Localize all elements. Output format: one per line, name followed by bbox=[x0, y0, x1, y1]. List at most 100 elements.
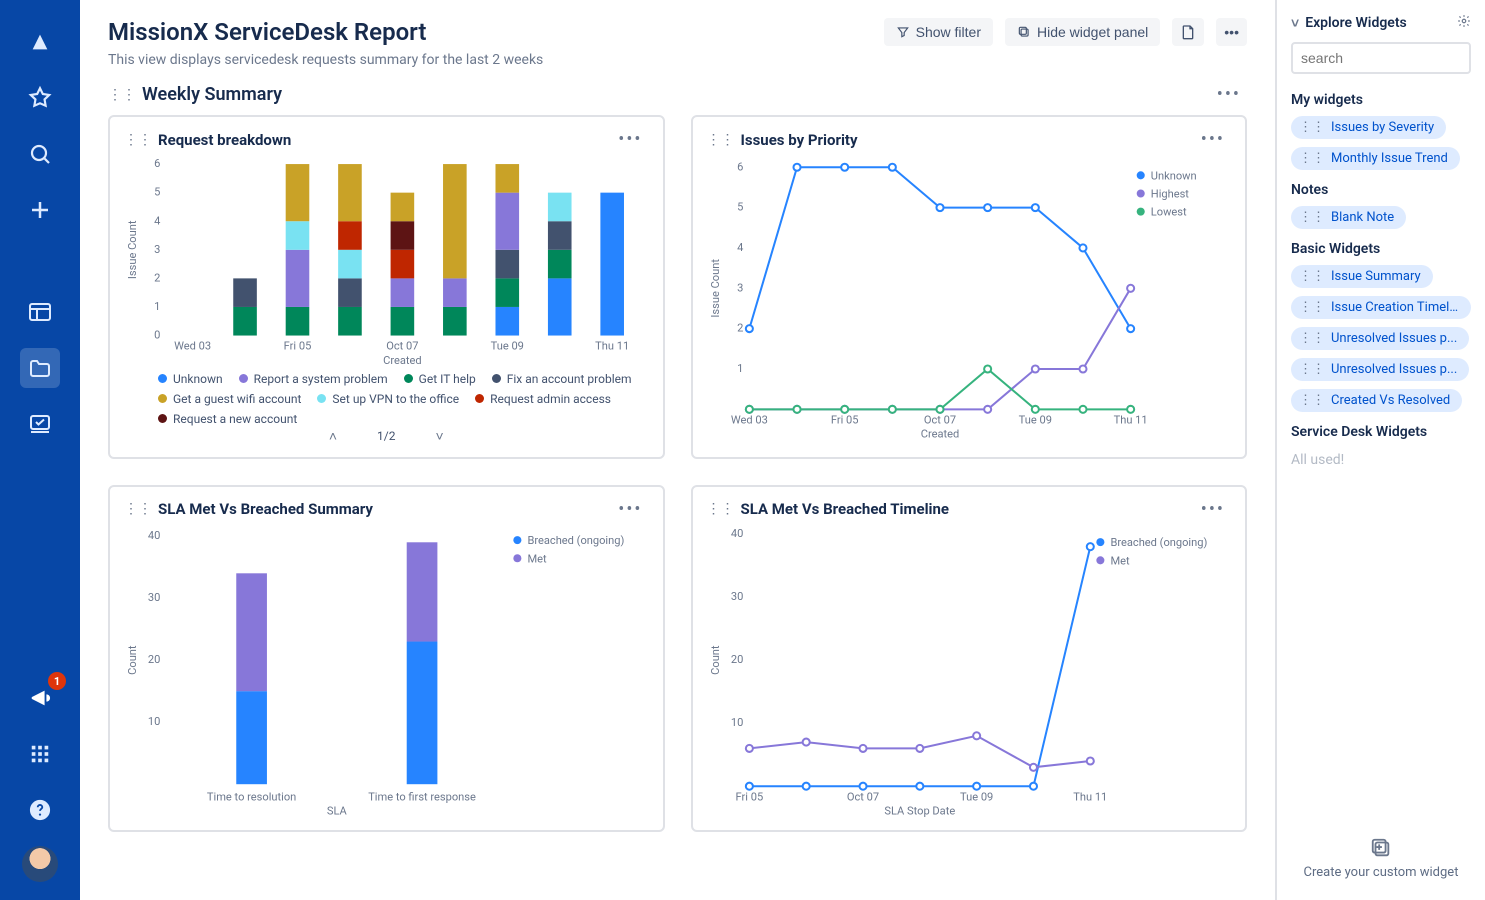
drag-handle-icon[interactable]: ⋮⋮ bbox=[707, 132, 735, 148]
svg-text:0: 0 bbox=[154, 329, 160, 342]
legend-item[interactable]: Get IT help bbox=[404, 372, 476, 386]
my-widget-pill[interactable]: ⋮⋮Monthly Issue Trend bbox=[1291, 147, 1460, 170]
svg-text:Wed 03: Wed 03 bbox=[730, 413, 767, 426]
svg-text:Count: Count bbox=[126, 645, 139, 675]
legend-item[interactable]: Request a new account bbox=[158, 412, 297, 426]
basic-widget-pill[interactable]: ⋮⋮Issue Summary bbox=[1291, 265, 1433, 288]
chevron-down-icon[interactable]: ˅ bbox=[1291, 15, 1299, 32]
svg-text:Time to first response: Time to first response bbox=[368, 790, 476, 803]
export-pdf-button[interactable] bbox=[1172, 18, 1204, 46]
svg-text:Oct 07: Oct 07 bbox=[846, 790, 878, 803]
svg-text:Fri 05: Fri 05 bbox=[830, 413, 858, 426]
drag-handle-icon[interactable]: ⋮⋮ bbox=[108, 87, 136, 103]
request-breakdown-chart: 0123456Wed 03Fri 05Oct 07Tue 09Thu 11Cre… bbox=[124, 156, 649, 368]
svg-text:Highest: Highest bbox=[1150, 188, 1189, 201]
card-more-button[interactable]: ••• bbox=[1195, 497, 1231, 522]
user-avatar[interactable] bbox=[22, 846, 58, 882]
svg-text:20: 20 bbox=[148, 653, 160, 666]
folder-icon[interactable] bbox=[20, 348, 60, 388]
svg-text:5: 5 bbox=[154, 186, 160, 199]
svg-text:20: 20 bbox=[730, 653, 742, 666]
svg-text:Thu 11: Thu 11 bbox=[1073, 790, 1107, 803]
drag-handle-icon[interactable]: ⋮⋮ bbox=[124, 132, 152, 148]
legend-item[interactable]: Report a system problem bbox=[239, 372, 388, 386]
basic-widget-pill[interactable]: ⋮⋮Issue Creation Timeli... bbox=[1291, 296, 1471, 319]
svg-text:30: 30 bbox=[148, 591, 160, 604]
page-title: MissionX ServiceDesk Report bbox=[108, 18, 872, 46]
svg-text:40: 40 bbox=[148, 529, 160, 542]
monitor-check-icon[interactable] bbox=[20, 404, 60, 444]
section-more-button[interactable]: ••• bbox=[1211, 82, 1247, 107]
report-content: MissionX ServiceDesk Report Show filter … bbox=[80, 0, 1275, 900]
svg-text:30: 30 bbox=[730, 590, 742, 603]
note-widget-pill[interactable]: ⋮⋮Blank Note bbox=[1291, 206, 1406, 229]
more-actions-button[interactable]: ••• bbox=[1216, 18, 1247, 46]
drag-handle-icon: ⋮⋮ bbox=[1299, 120, 1325, 135]
card-more-button[interactable]: ••• bbox=[612, 497, 648, 522]
svg-text:2: 2 bbox=[737, 322, 743, 335]
create-widget-label[interactable]: Create your custom widget bbox=[1291, 865, 1471, 880]
file-icon bbox=[1180, 24, 1196, 40]
widget-panel: ˅ Explore Widgets My widgets ⋮⋮Issues by… bbox=[1275, 0, 1485, 900]
svg-text:3: 3 bbox=[154, 243, 160, 256]
card-title: SLA Met Vs Breached Summary bbox=[158, 500, 606, 518]
card-issues-by-priority: ⋮⋮ Issues by Priority ••• 123456Wed 03Fr… bbox=[691, 115, 1248, 459]
legend-item[interactable]: Get a guest wifi account bbox=[158, 392, 301, 406]
legend-item[interactable]: Fix an account problem bbox=[492, 372, 632, 386]
panel-icon[interactable] bbox=[20, 292, 60, 332]
svg-text:Created: Created bbox=[920, 428, 959, 441]
legend-page: 1/2 bbox=[377, 429, 395, 443]
sla-timeline-chart: 10203040Fri 05Oct 07Tue 09Thu 11SLA Stop… bbox=[707, 526, 1232, 819]
legend-next-button[interactable]: ˅ bbox=[435, 428, 443, 445]
svg-text:Tue 09: Tue 09 bbox=[960, 790, 993, 803]
svg-text:4: 4 bbox=[154, 214, 160, 227]
section-title: Weekly Summary bbox=[142, 84, 1205, 105]
logo-icon[interactable] bbox=[20, 22, 60, 62]
help-icon[interactable] bbox=[20, 790, 60, 830]
legend-item[interactable]: Request admin access bbox=[475, 392, 611, 406]
legend-item[interactable]: Unknown bbox=[158, 372, 223, 386]
drag-handle-icon: ⋮⋮ bbox=[1299, 269, 1325, 284]
basic-widget-pill[interactable]: ⋮⋮Created Vs Resolved bbox=[1291, 389, 1462, 412]
panel-title: Explore Widgets bbox=[1305, 15, 1407, 31]
basic-widget-pill[interactable]: ⋮⋮Unresolved Issues p... bbox=[1291, 327, 1469, 350]
create-widget-icon[interactable] bbox=[1370, 837, 1392, 859]
hide-widget-panel-button[interactable]: Hide widget panel bbox=[1005, 18, 1160, 46]
svg-text:Thu 11: Thu 11 bbox=[595, 340, 629, 353]
svg-text:Issue Count: Issue Count bbox=[709, 259, 722, 318]
star-icon[interactable] bbox=[20, 78, 60, 118]
svg-text:Count: Count bbox=[709, 645, 722, 675]
search-icon[interactable] bbox=[20, 134, 60, 174]
section-basic: Basic Widgets bbox=[1291, 241, 1471, 257]
card-sla-timeline: ⋮⋮ SLA Met Vs Breached Timeline ••• 1020… bbox=[691, 485, 1248, 833]
drag-handle-icon[interactable]: ⋮⋮ bbox=[124, 501, 152, 517]
drag-handle-icon[interactable]: ⋮⋮ bbox=[707, 501, 735, 517]
drag-handle-icon: ⋮⋮ bbox=[1299, 151, 1325, 166]
my-widget-pill[interactable]: ⋮⋮Issues by Severity bbox=[1291, 116, 1446, 139]
svg-text:1: 1 bbox=[154, 300, 160, 313]
drag-handle-icon: ⋮⋮ bbox=[1299, 393, 1325, 408]
widget-search-input[interactable] bbox=[1291, 42, 1471, 74]
card-more-button[interactable]: ••• bbox=[1195, 127, 1231, 152]
plus-icon[interactable] bbox=[20, 190, 60, 230]
legend-item[interactable]: Set up VPN to the office bbox=[317, 392, 459, 406]
drag-handle-icon: ⋮⋮ bbox=[1299, 362, 1325, 377]
basic-widget-pill[interactable]: ⋮⋮Unresolved Issues p... bbox=[1291, 358, 1469, 381]
svg-text:Fri 05: Fri 05 bbox=[735, 790, 763, 803]
svg-text:6: 6 bbox=[737, 160, 743, 173]
show-filter-button[interactable]: Show filter bbox=[884, 18, 993, 46]
svg-text:Oct 07: Oct 07 bbox=[386, 340, 418, 353]
drag-handle-icon: ⋮⋮ bbox=[1299, 210, 1325, 225]
card-sla-summary: ⋮⋮ SLA Met Vs Breached Summary ••• 10203… bbox=[108, 485, 665, 833]
gear-icon[interactable] bbox=[1457, 14, 1471, 32]
section-my-widgets: My widgets bbox=[1291, 92, 1471, 108]
apps-grid-icon[interactable] bbox=[20, 734, 60, 774]
svg-text:Oct 07: Oct 07 bbox=[923, 413, 955, 426]
left-nav-rail: 1 bbox=[0, 0, 80, 900]
card-more-button[interactable]: ••• bbox=[612, 127, 648, 152]
sla-summary-chart: 10203040Time to resolutionTime to first … bbox=[124, 526, 649, 819]
show-filter-label: Show filter bbox=[916, 24, 981, 40]
legend-prev-button[interactable]: ˄ bbox=[329, 428, 337, 445]
legend: Unknown Report a system problem Get IT hel… bbox=[124, 368, 649, 426]
card-title: Request breakdown bbox=[158, 131, 606, 149]
